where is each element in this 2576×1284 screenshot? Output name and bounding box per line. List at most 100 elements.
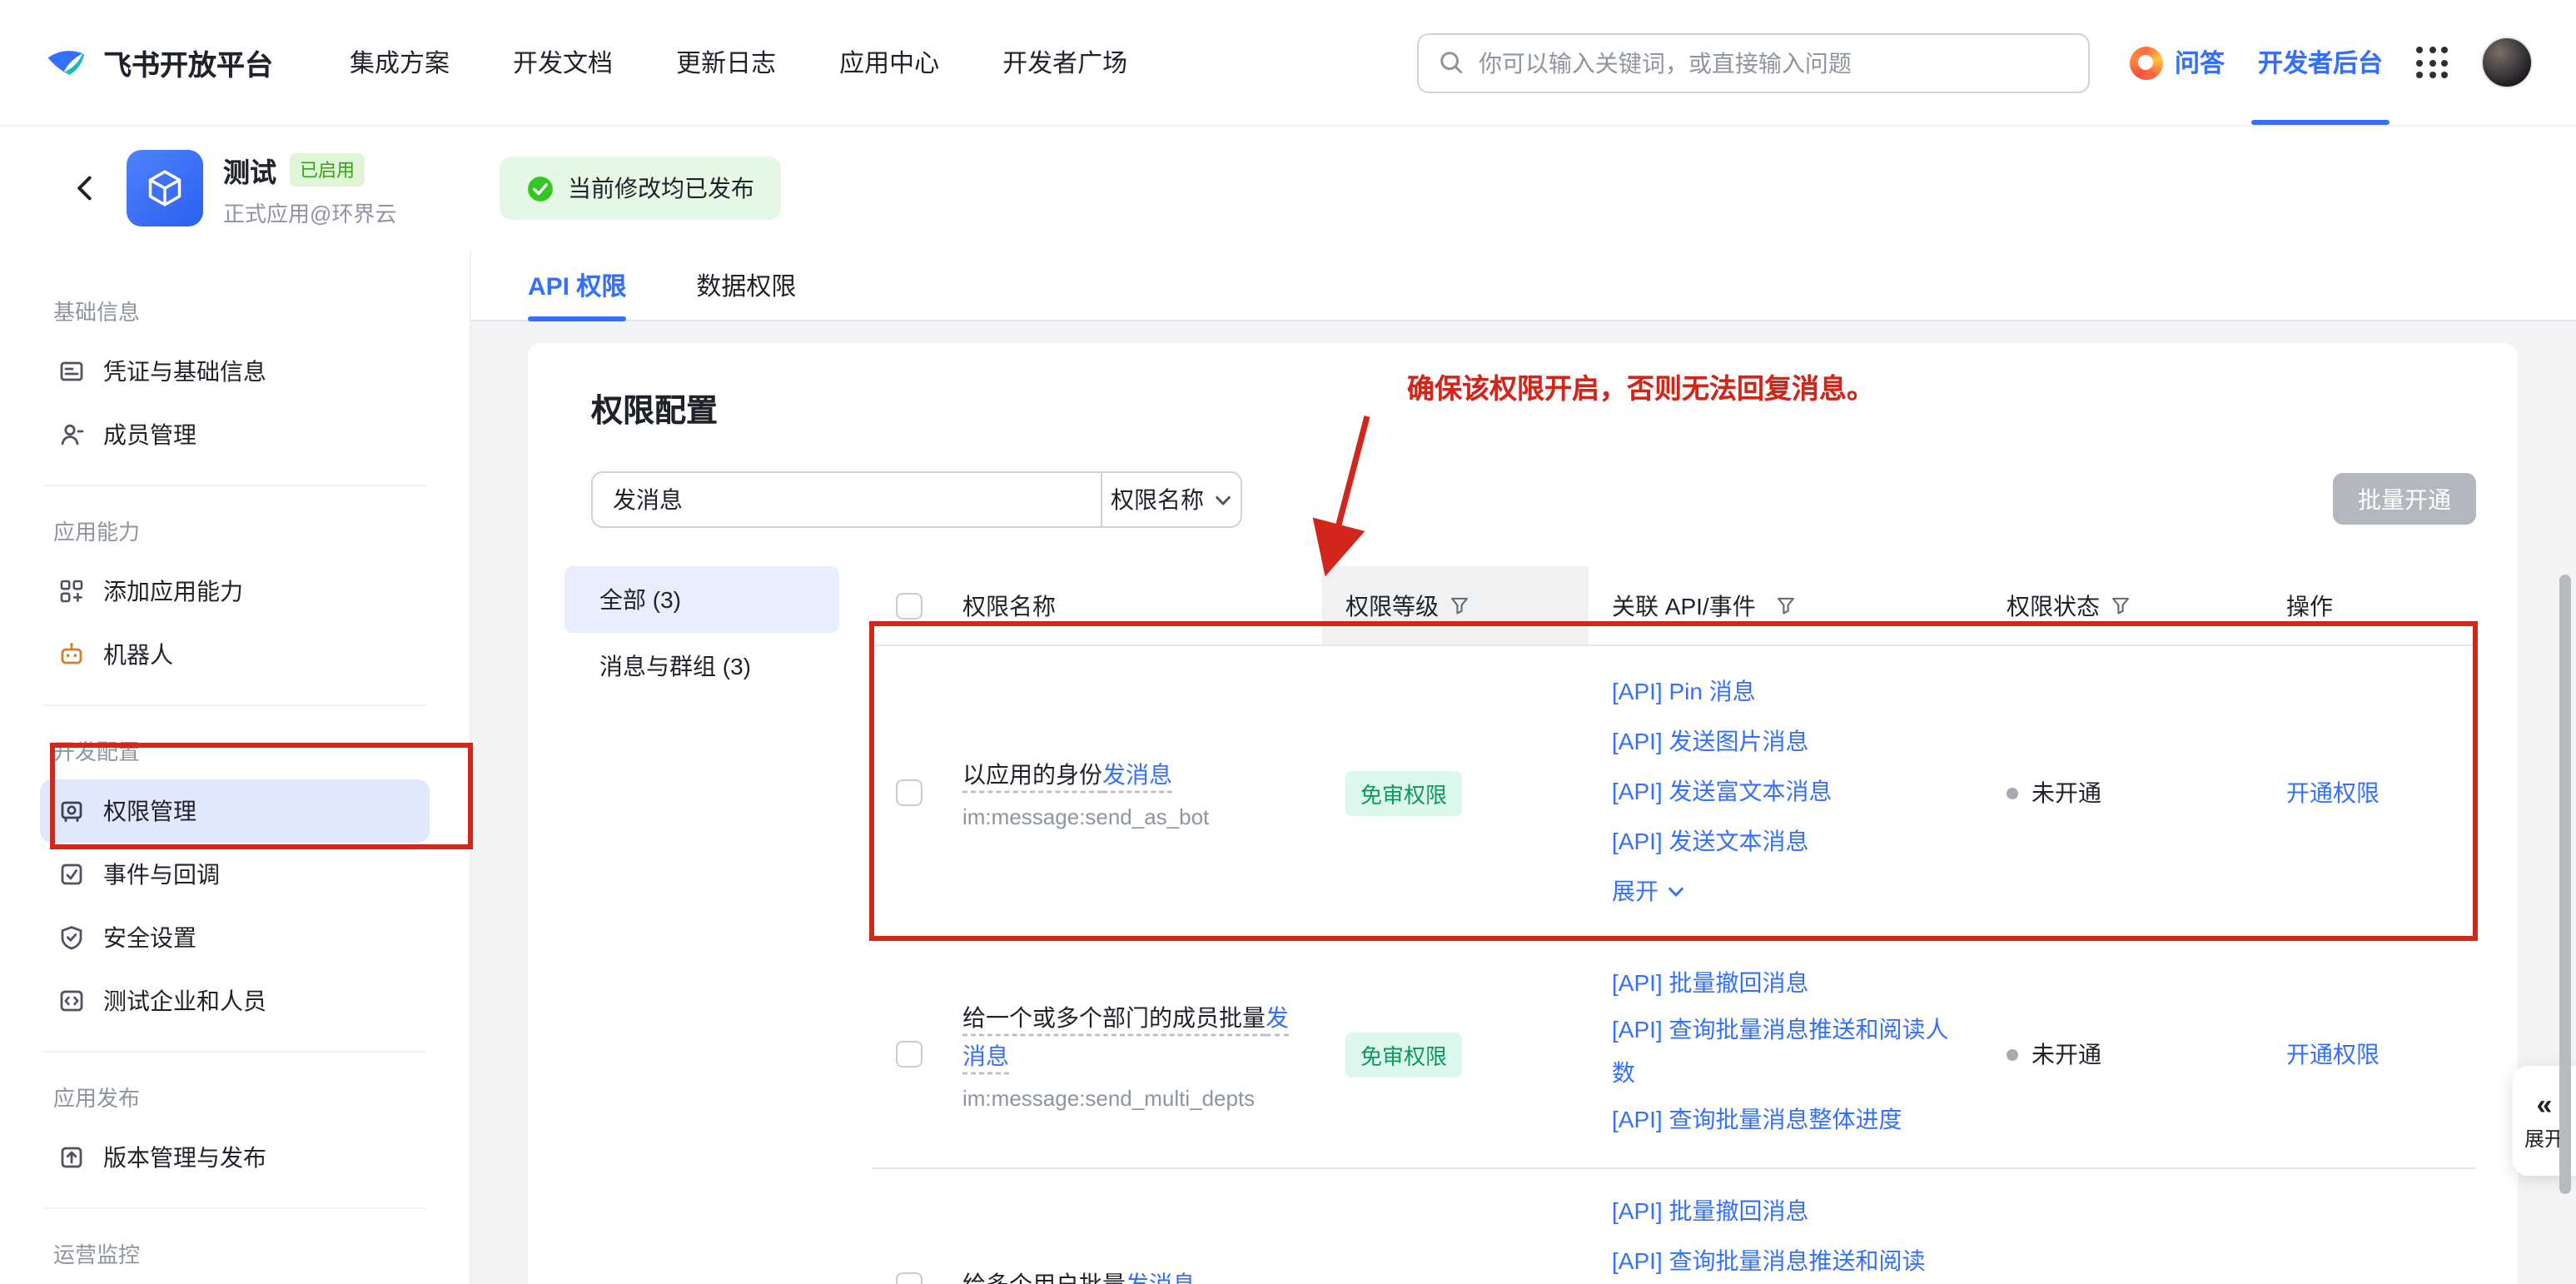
sidebar-section-basic: 基础信息	[53, 295, 430, 326]
publish-icon	[57, 1143, 85, 1172]
nav-item-changelog[interactable]: 更新日志	[676, 45, 776, 80]
global-search-input[interactable]	[1479, 49, 2068, 76]
level-badge: 免审权限	[1345, 770, 1462, 815]
chevron-down-icon	[1667, 882, 1685, 900]
nav-item-integration[interactable]: 集成方案	[350, 45, 450, 80]
sidebar-divider	[43, 704, 426, 706]
sidebar-divider	[43, 1051, 426, 1053]
table-row-send-multi-users: 给多个用户批量发消息 [API] 批量撤回消息 [API] 查询批量消息推送和阅…	[873, 1169, 2476, 1284]
api-link[interactable]: [API] 发送富文本消息	[1612, 766, 1967, 816]
enabled-status-badge: 已启用	[290, 152, 365, 186]
credential-card-icon	[57, 357, 85, 386]
table-row-send-as-bot: 以应用的身份发消息 im:message:send_as_bot 免审权限 [A…	[873, 646, 2476, 941]
tab-data-permission[interactable]: 数据权限	[696, 250, 796, 320]
sidebar: 基础信息 凭证与基础信息 成员管理 应用能力 添加应用能力 机器人	[0, 250, 471, 1284]
event-callback-icon	[57, 860, 85, 888]
vertical-scrollbar-thumb[interactable]	[2559, 575, 2571, 1194]
permission-tabs: API 权限 数据权限	[471, 250, 2576, 321]
back-chevron-icon	[70, 173, 100, 203]
permission-name-link[interactable]: 给一个或多个部门的成员批量发消息	[962, 1003, 1289, 1068]
nav-item-dev-plaza[interactable]: 开发者广场	[1002, 45, 1127, 80]
robot-icon	[57, 640, 85, 669]
category-all[interactable]: 全部 (3)	[564, 566, 839, 633]
brand[interactable]: 飞书开放平台	[43, 40, 273, 85]
status-text: 未开通	[2031, 776, 2101, 809]
enable-permission-link[interactable]: 开通权限	[2286, 1041, 2380, 1068]
api-link[interactable]: [API] 发送文本消息	[1612, 816, 1967, 866]
permission-code: im:message:send_as_bot	[962, 804, 1292, 829]
row-checkbox[interactable]	[896, 1272, 922, 1284]
check-circle-icon	[526, 174, 554, 202]
expand-apis-link[interactable]: 展开	[1612, 866, 1967, 916]
code-brackets-icon	[57, 987, 85, 1015]
developer-console-tab[interactable]: 开发者后台	[2258, 0, 2383, 125]
annotation-text: 确保该权限开启，否则无法回复消息。	[1407, 366, 1874, 406]
cube-icon	[142, 165, 188, 212]
filter-funnel-icon[interactable]	[1776, 595, 1798, 616]
back-button[interactable]	[70, 173, 100, 203]
filter-funnel-icon[interactable]	[1449, 595, 1470, 616]
chevron-down-icon	[1214, 490, 1232, 509]
search-field-selector[interactable]: 权限名称	[1101, 473, 1241, 526]
api-link[interactable]: [API] 发送图片消息	[1612, 716, 1967, 766]
sidebar-item-add-capability[interactable]: 添加应用能力	[40, 560, 430, 623]
feishu-open-platform-console: 飞书开放平台 集成方案 开发文档 更新日志 应用中心 开发者广场 问答 开发者后…	[0, 0, 2576, 1284]
grid-plus-icon	[57, 577, 85, 605]
double-chevron-left-icon: «	[2537, 1090, 2553, 1118]
row-checkbox[interactable]	[896, 779, 922, 806]
sidebar-divider	[43, 485, 426, 486]
nav-item-app-center[interactable]: 应用中心	[839, 45, 939, 80]
search-icon	[1439, 50, 1464, 75]
api-link[interactable]: [API] Pin 消息	[1612, 666, 1967, 716]
search-match-highlight: 发消息	[1102, 761, 1172, 788]
sidebar-item-bot[interactable]: 机器人	[40, 623, 430, 686]
global-search-box[interactable]	[1417, 32, 2090, 92]
primary-nav: 集成方案 开发文档 更新日志 应用中心 开发者广场	[350, 45, 1127, 80]
sidebar-item-permissions[interactable]: 权限管理	[40, 779, 430, 843]
select-all-checkbox[interactable]	[896, 592, 922, 619]
qa-entry[interactable]: 问答	[2130, 45, 2225, 80]
api-link[interactable]: [API] 批量撤回消息	[1612, 1186, 1967, 1236]
level-badge: 免审权限	[1345, 1032, 1462, 1077]
sidebar-item-test-org[interactable]: 测试企业和人员	[40, 969, 430, 1033]
sidebar-item-security[interactable]: 安全设置	[40, 906, 430, 969]
enable-permission-link[interactable]: 开通权限	[2286, 779, 2380, 806]
permission-name-link[interactable]: 以应用的身份发消息	[962, 761, 1172, 788]
nav-item-docs[interactable]: 开发文档	[513, 45, 613, 80]
qa-label: 问答	[2175, 45, 2225, 80]
batch-enable-button[interactable]: 批量开通	[2333, 473, 2476, 525]
header-permission-status: 权限状态	[1983, 566, 2263, 644]
feishu-logo-icon	[43, 40, 88, 85]
api-link[interactable]: [API] 查询批量消息推送和阅读	[1612, 1236, 1967, 1284]
table-header-row: 权限名称 权限等级 关联 API/事件 权限状态	[873, 566, 2476, 646]
app-header: 测试 已启用 正式应用@环界云 当前修改均已发布	[0, 127, 2576, 250]
filter-funnel-icon[interactable]	[2110, 595, 2131, 616]
row-checkbox[interactable]	[896, 1041, 922, 1068]
brand-name: 飞书开放平台	[103, 42, 273, 83]
api-link[interactable]: [API] 查询批量消息推送和阅读人数	[1612, 1008, 1967, 1094]
sidebar-section-release: 应用发布	[53, 1081, 430, 1112]
navbar-right: 问答 开发者后台	[2130, 0, 2533, 125]
permission-search-box: 权限名称	[591, 471, 1242, 528]
sidebar-item-events[interactable]: 事件与回调	[40, 843, 430, 906]
apps-grid-icon[interactable]	[2416, 47, 2448, 78]
sidebar-item-version-release[interactable]: 版本管理与发布	[40, 1126, 430, 1189]
sidebar-section-capability: 应用能力	[53, 515, 430, 546]
app-name: 测试	[223, 149, 276, 189]
user-avatar[interactable]	[2481, 37, 2533, 88]
permission-name-link[interactable]: 给多个用户批量发消息	[962, 1271, 1196, 1284]
permission-config-card: 权限配置 确保该权限开启，否则无法回复消息。 权限名称	[528, 343, 2518, 1284]
permission-search-input[interactable]	[593, 473, 1101, 526]
permission-table: 权限名称 权限等级 关联 API/事件 权限状态	[873, 566, 2476, 1284]
sidebar-section-dev-config: 开发配置	[53, 734, 430, 766]
api-link[interactable]: [API] 批量撤回消息	[1612, 958, 1967, 1008]
permission-categories: 全部 (3) 消息与群组 (3)	[564, 566, 839, 699]
sidebar-item-credentials[interactable]: 凭证与基础信息	[40, 340, 430, 403]
sidebar-item-members[interactable]: 成员管理	[40, 403, 430, 466]
api-link[interactable]: [API] 查询批量消息整体进度	[1612, 1094, 1967, 1144]
tab-api-permission[interactable]: API 权限	[528, 250, 626, 320]
category-im-group[interactable]: 消息与群组 (3)	[564, 633, 839, 699]
table-row-send-multi-depts: 给一个或多个部门的成员批量发消息 im:message:send_multi_d…	[873, 941, 2476, 1169]
status-text: 未开通	[2031, 1038, 2101, 1071]
top-navbar: 飞书开放平台 集成方案 开发文档 更新日志 应用中心 开发者广场 问答 开发者后…	[0, 0, 2576, 127]
